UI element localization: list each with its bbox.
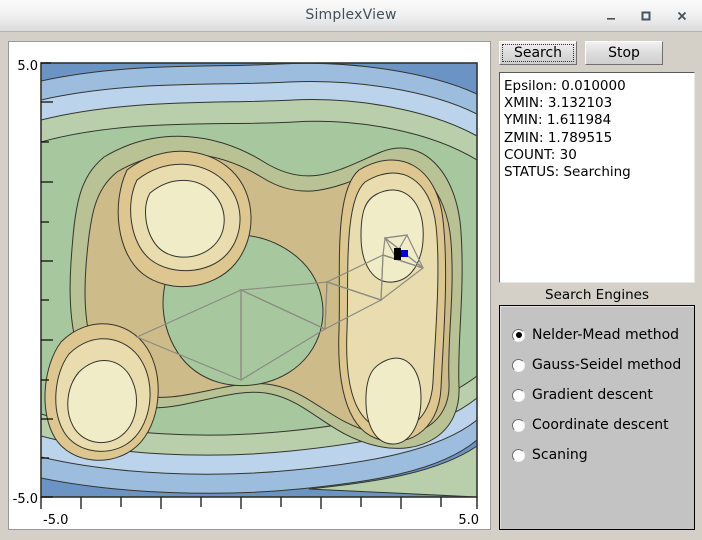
y-axis-min-label: -5.0 [13,492,38,507]
app-window: SimplexView 5.0 -5.0 -5.0 5.0 Search Sto… [0,0,702,540]
radio-label: Gradient descent [532,387,653,403]
info-line-xmin: XMIN: 3.132103 [504,95,613,112]
title-bar: SimplexView [0,0,702,32]
plot-panel[interactable]: 5.0 -5.0 -5.0 5.0 [8,41,491,530]
info-line-epsilon: Epsilon: 0.010000 [504,78,626,94]
radio-icon [512,358,525,372]
radio-label: Gauss-Seidel method [532,357,682,373]
radio-icon [512,388,525,402]
radio-label: Coordinate descent [532,417,669,433]
right-panel: Search Stop Epsilon: 0.010000 XMIN: 3.13… [499,41,695,530]
x-axis-min-label: -5.0 [43,513,68,528]
window-title: SimplexView [305,7,397,23]
radio-scaning[interactable]: Scaning [512,444,588,466]
maximize-icon [641,11,651,21]
client-area: 5.0 -5.0 -5.0 5.0 Search Stop Epsilon: 0 [0,32,702,540]
info-line-count: COUNT: 30 [504,146,577,163]
maximize-button[interactable] [634,6,658,26]
radio-icon [512,448,525,462]
focus-ring [502,44,574,62]
radio-label: Scaning [532,447,588,463]
close-button[interactable] [670,6,694,26]
radio-icon [512,328,525,342]
radio-coordinate-descent[interactable]: Coordinate descent [512,414,669,436]
stop-button[interactable]: Stop [585,41,663,65]
contour-plot-svg: 5.0 -5.0 -5.0 5.0 [13,59,479,528]
search-engines-group: Nelder-Mead method Gauss-Seidel method G… [499,305,695,530]
radio-label: Nelder-Mead method [532,327,680,343]
info-line-status: STATUS: Searching [504,164,631,181]
info-line-zmin: ZMIN: 1.789515 [504,129,613,146]
minimize-button[interactable] [599,6,623,26]
y-axis-max-label: 5.0 [17,59,38,74]
search-engines-caption: Search Engines [545,287,649,303]
info-line-ymin: YMIN: 1.611984 [504,112,612,129]
status-output-box[interactable]: Epsilon: 0.010000 XMIN: 3.132103 YMIN: 1… [499,72,695,283]
radio-nelder-mead[interactable]: Nelder-Mead method [512,324,679,346]
stop-button-label: Stop [608,45,640,61]
contour-plot: 5.0 -5.0 -5.0 5.0 [9,42,492,531]
radio-gauss-seidel[interactable]: Gauss-Seidel method [512,354,681,376]
minimize-icon [607,18,615,20]
close-icon [677,11,687,21]
x-axis-max-label: 5.0 [458,513,479,528]
action-button-row: Search Stop [499,41,695,65]
contour-bands [41,63,477,497]
search-button[interactable]: Search [499,41,577,65]
radio-icon [512,418,525,432]
radio-gradient-descent[interactable]: Gradient descent [512,384,653,406]
